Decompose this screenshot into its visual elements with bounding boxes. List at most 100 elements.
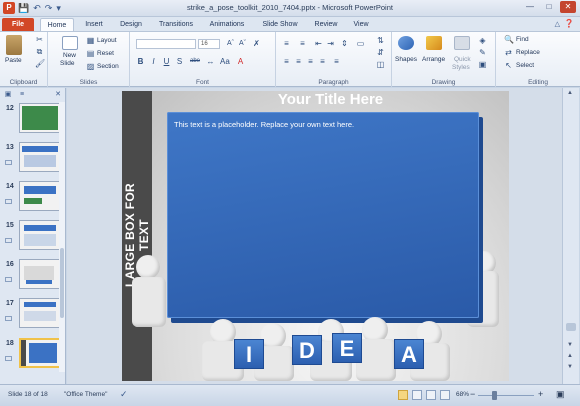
- idea-cube-1[interactable]: I: [234, 339, 264, 369]
- align-center-icon[interactable]: ≡: [294, 57, 303, 66]
- slide-thumbnail-row-selected[interactable]: 18: [0, 336, 66, 370]
- new-slide-icon[interactable]: [62, 36, 78, 50]
- copy-icon[interactable]: ⧉: [35, 47, 44, 56]
- tab-view[interactable]: View: [348, 18, 374, 32]
- paste-icon[interactable]: [6, 35, 22, 55]
- idea-cube-2[interactable]: D: [292, 335, 322, 365]
- paste-button[interactable]: Paste: [5, 57, 22, 64]
- zoom-in-icon[interactable]: +: [538, 389, 543, 399]
- tab-file[interactable]: File: [2, 18, 34, 32]
- slide-thumbnail[interactable]: [19, 220, 61, 250]
- replace-button[interactable]: Replace: [516, 49, 540, 56]
- shapes-icon[interactable]: [398, 36, 414, 50]
- outline-tab-icon[interactable]: ≡: [16, 89, 28, 100]
- tab-home[interactable]: Home: [40, 18, 74, 32]
- zoom-out-icon[interactable]: −: [470, 389, 475, 399]
- tab-transitions[interactable]: Transitions: [155, 18, 197, 32]
- zoom-slider-knob[interactable]: [492, 391, 497, 400]
- scroll-up-icon[interactable]: ▲: [567, 90, 573, 96]
- smartart-icon[interactable]: ◫: [376, 60, 385, 69]
- tab-review[interactable]: Review: [311, 18, 341, 32]
- tab-slide-show[interactable]: Slide Show: [258, 18, 302, 32]
- quick-styles-button[interactable]: Quick: [454, 56, 471, 63]
- underline-button[interactable]: U: [162, 57, 171, 66]
- font-size-dropdown[interactable]: 16: [198, 39, 220, 49]
- bold-button[interactable]: B: [136, 57, 145, 66]
- maximize-button[interactable]: □: [541, 1, 557, 13]
- align-right-icon[interactable]: ≡: [306, 57, 315, 66]
- line-spacing-icon[interactable]: ⇕: [340, 39, 349, 48]
- layout-button[interactable]: Layout: [97, 37, 117, 44]
- idea-cube-4[interactable]: A: [394, 339, 424, 369]
- large-text-box[interactable]: This text is a placeholder. Replace your…: [167, 112, 479, 318]
- slide-thumbnail-row[interactable]: 17: [0, 296, 66, 330]
- slide-canvas[interactable]: LARGE BOX FOR TEXT Your Title Here This …: [122, 91, 509, 381]
- slide-thumbnail-row[interactable]: 14: [0, 179, 66, 213]
- italic-button[interactable]: I: [149, 57, 158, 66]
- section-button[interactable]: Section: [97, 63, 119, 70]
- shape-outline-icon[interactable]: ✎: [478, 48, 487, 57]
- shape-fill-icon[interactable]: ◈: [478, 36, 487, 45]
- shadow-button[interactable]: S: [175, 57, 184, 66]
- format-painter-icon[interactable]: 🖌: [35, 59, 45, 68]
- increase-indent-icon[interactable]: ⇥: [326, 39, 335, 48]
- normal-view-button[interactable]: [398, 390, 408, 400]
- box-placeholder-text[interactable]: This text is a placeholder. Replace your…: [174, 120, 354, 129]
- scroll-down-icon[interactable]: ▼: [567, 342, 573, 348]
- previous-slide-icon[interactable]: ▲: [567, 353, 573, 359]
- font-color-icon[interactable]: A: [236, 57, 245, 66]
- slide-thumbnail[interactable]: [19, 298, 61, 328]
- slides-panel-scroll-thumb[interactable]: [60, 248, 64, 318]
- arrange-button[interactable]: Arrange: [422, 56, 445, 63]
- close-button[interactable]: ✕: [560, 1, 576, 13]
- clear-formatting-icon[interactable]: ✗: [252, 39, 261, 48]
- tab-insert[interactable]: Insert: [80, 18, 108, 32]
- tab-animations[interactable]: Animations: [205, 18, 249, 32]
- slides-tab-icon[interactable]: ▣: [2, 89, 14, 100]
- numbering-icon[interactable]: ≡: [298, 39, 307, 48]
- shrink-font-icon[interactable]: Aˇ: [238, 39, 247, 48]
- slide-thumbnail-row[interactable]: 13: [0, 140, 66, 174]
- font-name-dropdown[interactable]: [136, 39, 196, 49]
- replace-icon[interactable]: ⇄: [504, 48, 513, 57]
- text-direction-icon[interactable]: ⇅: [376, 36, 385, 45]
- reset-icon[interactable]: ▤: [86, 49, 95, 58]
- align-text-icon[interactable]: ⇵: [376, 48, 385, 57]
- slide-thumbnail[interactable]: [19, 259, 61, 289]
- reading-view-button[interactable]: [426, 390, 436, 400]
- shape-effects-icon[interactable]: ▣: [478, 60, 487, 69]
- quick-styles-icon[interactable]: [454, 36, 470, 50]
- cut-icon[interactable]: ✂: [35, 35, 44, 44]
- reset-button[interactable]: Reset: [97, 50, 114, 57]
- scroll-thumb[interactable]: [566, 323, 576, 331]
- slide-thumbnail-row[interactable]: 12: [0, 101, 66, 135]
- next-slide-icon[interactable]: ▼: [567, 364, 573, 370]
- new-slide-button[interactable]: New: [63, 52, 76, 59]
- slide-thumbnail[interactable]: [19, 181, 61, 211]
- slide-show-view-button[interactable]: [440, 390, 450, 400]
- minimize-button[interactable]: —: [522, 1, 538, 13]
- close-panel-icon[interactable]: ✕: [52, 89, 64, 100]
- slides-panel-scrollbar[interactable]: [59, 102, 65, 372]
- justify-icon[interactable]: ≡: [318, 57, 327, 66]
- fit-slide-icon[interactable]: ▣: [556, 389, 565, 400]
- zoom-slider[interactable]: [478, 395, 534, 396]
- select-button[interactable]: Select: [516, 62, 534, 69]
- help-icon[interactable]: ❓: [564, 19, 574, 28]
- select-icon[interactable]: ↖: [504, 61, 513, 70]
- change-case-icon[interactable]: Aa: [220, 57, 230, 66]
- tab-design[interactable]: Design: [116, 18, 146, 32]
- grow-font-icon[interactable]: Aˆ: [226, 39, 235, 48]
- decrease-indent-icon[interactable]: ⇤: [314, 39, 323, 48]
- slide-title[interactable]: Your Title Here: [152, 91, 509, 108]
- slide-thumbnail[interactable]: [19, 103, 61, 133]
- minimize-ribbon-icon[interactable]: △: [555, 20, 560, 28]
- idea-cube-3[interactable]: E: [332, 333, 362, 363]
- zoom-level[interactable]: 68%: [456, 391, 469, 398]
- slide-thumbnail-row[interactable]: 15: [0, 218, 66, 252]
- spelling-check-icon[interactable]: ✓: [120, 389, 128, 400]
- arrange-icon[interactable]: [426, 36, 442, 50]
- char-spacing-icon[interactable]: ↔: [206, 57, 215, 66]
- columns-icon[interactable]: ▭: [356, 39, 365, 48]
- section-icon[interactable]: ▨: [86, 62, 95, 71]
